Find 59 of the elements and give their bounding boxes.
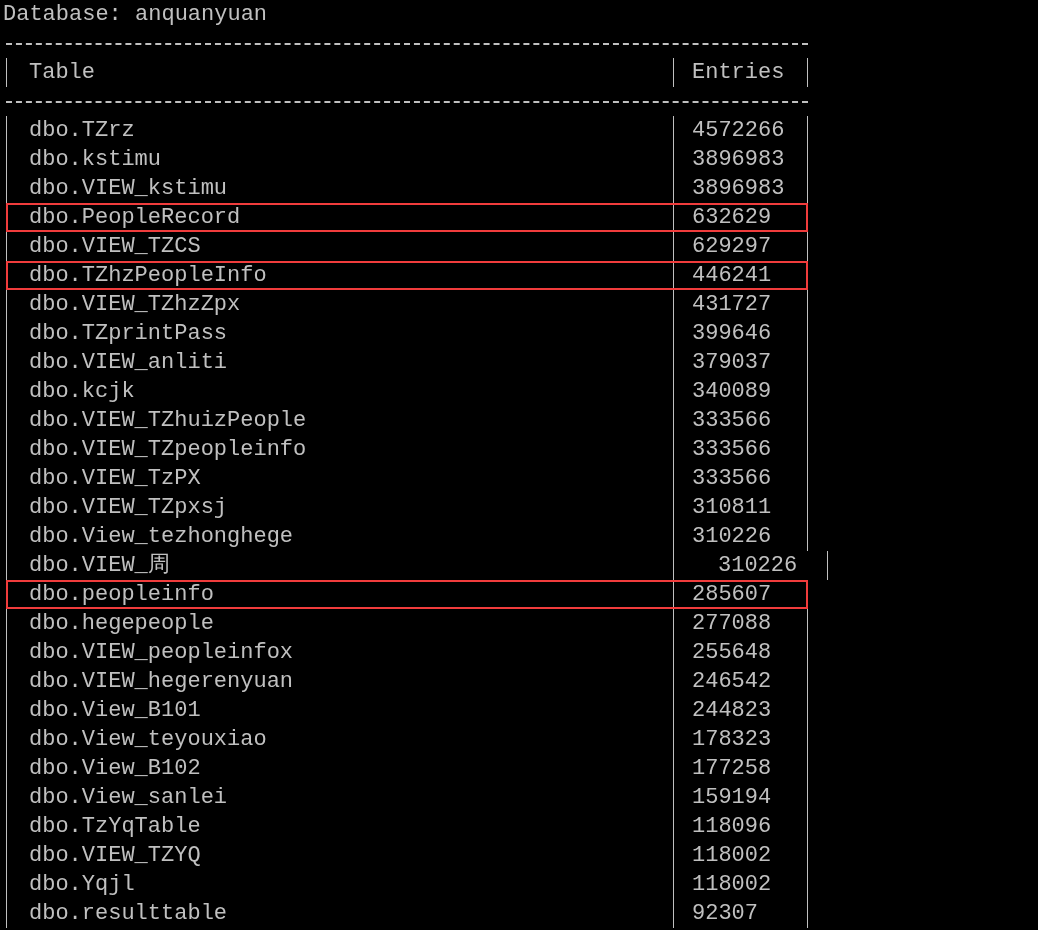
table-cell: dbo.VIEW_hegerenyuan — [29, 669, 294, 694]
table-cell: 379037 — [692, 350, 772, 375]
table-cell: 118002 — [692, 843, 772, 868]
table-cell: dbo.VIEW_TZpxsj — [29, 495, 228, 520]
table-cell: dbo.PeopleRecord — [29, 205, 241, 230]
table-cell: dbo.kstimu — [29, 147, 162, 172]
table-cell: 118002 — [692, 872, 772, 897]
column-header: Entries — [673, 58, 808, 87]
table-cell: dbo.View_B101 — [29, 698, 201, 723]
table-cell: dbo.VIEW_TZYQ — [29, 843, 201, 868]
table-cell: 277088 — [692, 611, 772, 636]
table-cell: 92307 — [692, 901, 758, 926]
table-cell: dbo.TZprintPass — [29, 321, 228, 346]
table-cell: 310811 — [692, 495, 772, 520]
database-title: Database: anquanyuan — [2, 1, 269, 29]
table-cell: dbo.hegepeople — [29, 611, 214, 636]
table-cell: dbo.kcjk — [29, 379, 135, 404]
table-cell: dbo.VIEW_TzPX — [29, 466, 201, 491]
table-cell: 246542 — [692, 669, 772, 694]
table-cell: dbo.TzYqTable — [29, 814, 201, 839]
table-cell: dbo.VIEW_TZCS — [29, 234, 201, 259]
table-cell: dbo.View_sanlei — [29, 785, 228, 810]
table-cell: 632629 — [692, 205, 772, 230]
table-cell: 244823 — [692, 698, 772, 723]
table-cell: 333566 — [692, 408, 772, 433]
table-cell: dbo.resulttable — [29, 901, 228, 926]
table-cell: 4572266 — [692, 118, 785, 143]
table-cell: dbo.TZrz — [29, 118, 135, 143]
table-cell: 3896983 — [692, 176, 785, 201]
table-cell: dbo.TZhzPeopleInfo — [29, 263, 267, 288]
table-cell: dbo.VIEW_TZhuizPeople — [29, 408, 307, 433]
table-cell: dbo.VIEW_周 — [29, 553, 170, 578]
table-cell: 285607 — [692, 582, 772, 607]
table-cell: 3896983 — [692, 147, 785, 172]
table-cell: dbo.VIEW_anliti — [29, 350, 228, 375]
table-cell: dbo.View_tezhonghege — [29, 524, 294, 549]
table-cell: 446241 — [692, 263, 772, 288]
table-cell: dbo.VIEW_peopleinfox — [29, 640, 294, 665]
table-cell: dbo.VIEW_TZpeopleinfo — [29, 437, 307, 462]
table-cell: dbo.VIEW_TZhzZpx — [29, 292, 241, 317]
table-cell: dbo.View_teyouxiao — [29, 727, 267, 752]
table-cell: 159194 — [692, 785, 772, 810]
table-cell: 340089 — [692, 379, 772, 404]
table-cell: dbo.View_B102 — [29, 756, 201, 781]
table-cell: 178323 — [692, 727, 772, 752]
table-cell: dbo.Yqjl — [29, 872, 135, 897]
table-cell: 177258 — [692, 756, 772, 781]
table-cell: dbo.peopleinfo — [29, 582, 214, 607]
table-cell: 431727 — [692, 292, 772, 317]
table-cell: 255648 — [692, 640, 772, 665]
table-cell: 333566 — [692, 466, 772, 491]
table-cell: 399646 — [692, 321, 772, 346]
table-cell: 629297 — [692, 234, 772, 259]
column-header: Table — [6, 58, 673, 87]
table-cell: dbo.VIEW_kstimu — [29, 176, 228, 201]
table-cell: 333566 — [692, 437, 772, 462]
table-cell: 118096 — [692, 814, 772, 839]
table-cell: 310226 — [692, 524, 772, 549]
table-cell: 310226 — [718, 553, 798, 578]
